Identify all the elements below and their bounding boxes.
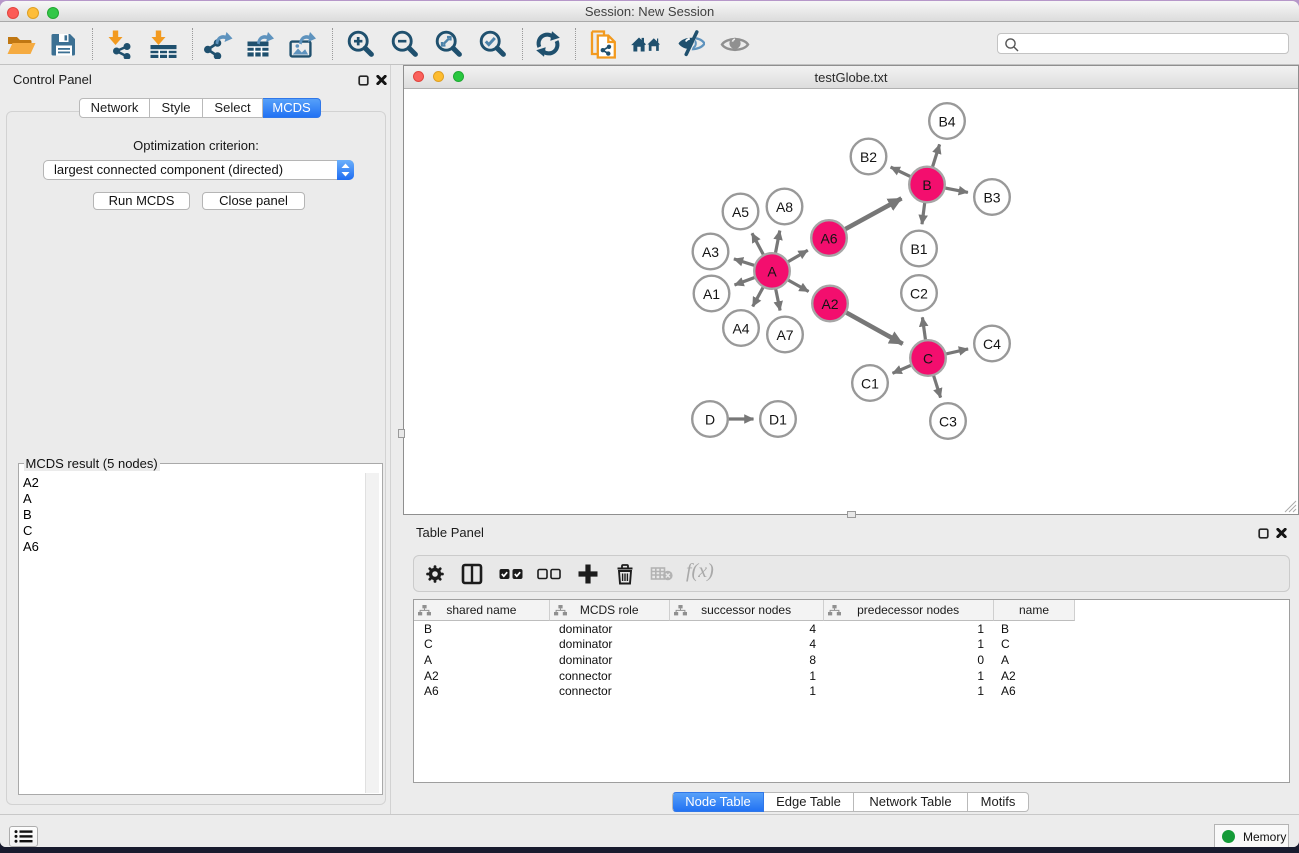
svg-text:C: C xyxy=(923,351,933,367)
svg-text:A3: A3 xyxy=(702,244,719,260)
svg-text:A7: A7 xyxy=(776,327,793,343)
svg-text:C1: C1 xyxy=(861,376,879,392)
svg-text:A8: A8 xyxy=(776,199,793,215)
svg-text:D: D xyxy=(705,412,715,428)
svg-text:B: B xyxy=(922,177,931,193)
svg-text:A6: A6 xyxy=(820,231,837,247)
svg-text:C2: C2 xyxy=(910,286,928,302)
svg-text:B4: B4 xyxy=(938,114,955,130)
svg-text:B1: B1 xyxy=(910,241,927,257)
svg-text:A5: A5 xyxy=(732,204,749,220)
svg-text:A2: A2 xyxy=(821,296,838,312)
svg-text:B3: B3 xyxy=(983,190,1000,206)
svg-text:A1: A1 xyxy=(703,286,720,302)
svg-text:D1: D1 xyxy=(769,412,787,428)
svg-text:C4: C4 xyxy=(983,336,1001,352)
svg-text:A4: A4 xyxy=(732,321,749,337)
svg-text:A: A xyxy=(767,264,777,280)
svg-text:B2: B2 xyxy=(860,149,877,165)
svg-text:C3: C3 xyxy=(939,414,957,430)
